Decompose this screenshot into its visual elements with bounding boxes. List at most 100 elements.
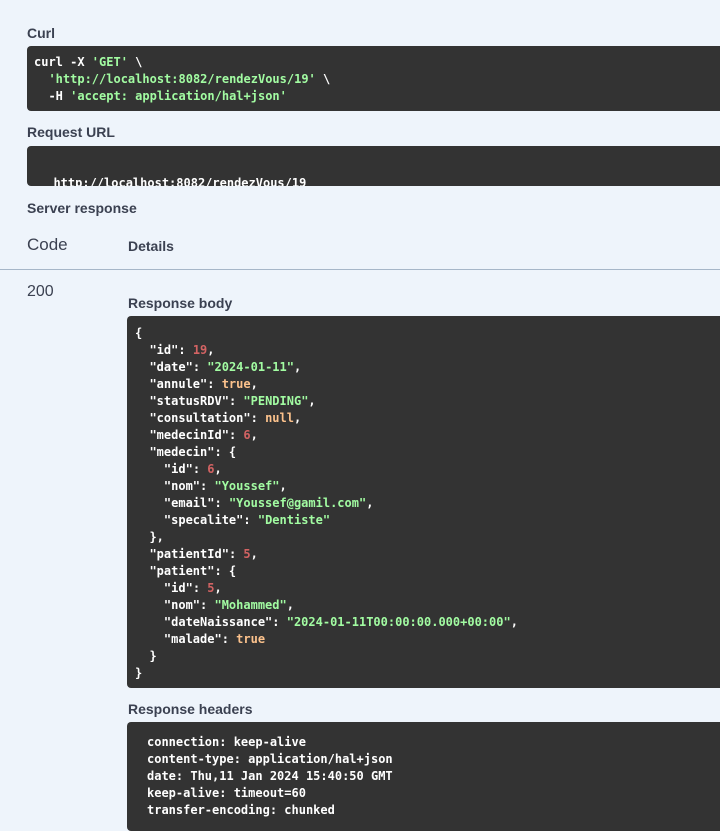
response-body-line: "specalite": "Dentiste" [135, 512, 720, 529]
response-body-line: "date": "2024-01-11", [135, 359, 720, 376]
code-token-key: "specalite" [163, 513, 244, 527]
code-token-plain: : [228, 394, 244, 408]
response-body-line: "patient": { [135, 563, 720, 580]
code-token-key: "nom" [163, 479, 201, 493]
response-header-line: date: Thu,11 Jan 2024 15:40:50 GMT [147, 769, 393, 783]
code-token-str: "PENDING" [243, 394, 309, 408]
code-token-kw: true [236, 632, 266, 646]
code-token-num: 6 [243, 428, 251, 442]
response-body-label: Response body [128, 295, 233, 311]
response-body-line: "nom": "Youssef", [135, 478, 720, 495]
column-header-code: Code [27, 235, 68, 254]
curl-line: 'http://localhost:8082/rendezVous/19' \ [34, 71, 720, 88]
code-token-plain: : [228, 547, 244, 561]
code-token-plain: , [308, 394, 316, 408]
code-token-key: "id" [163, 462, 193, 476]
response-header-line: content-type: application/hal+json [147, 752, 393, 766]
response-body-line: "dateNaissance": "2024-01-11T00:00:00.00… [135, 614, 720, 631]
code-token-plain: , [293, 411, 302, 425]
code-token-key: "medecin" [149, 445, 215, 459]
column-header-details: Details [128, 238, 174, 254]
response-body-line: } [135, 665, 720, 682]
code-token-plain: , [214, 581, 222, 595]
code-token-plain: , [293, 360, 302, 374]
response-header-line: keep-alive: timeout=60 [147, 786, 306, 800]
code-token-plain: , [286, 598, 294, 612]
table-divider [0, 269, 720, 270]
code-token-plain: , [510, 615, 518, 629]
code-token-key: "patient" [149, 564, 215, 578]
code-token-plain: \ [315, 72, 331, 86]
code-token-key: "malade" [163, 632, 222, 646]
code-token-key: "medecinId" [149, 428, 229, 442]
code-token-plain: : [214, 496, 229, 510]
code-token-str: "2024-01-11" [207, 360, 294, 374]
code-token-plain: : [192, 462, 208, 476]
curl-line: curl -X 'GET' \ [34, 54, 720, 71]
curl-label: Curl [27, 25, 55, 41]
response-body-line: "nom": "Mohammed", [135, 597, 720, 614]
request-url-label: Request URL [27, 124, 115, 140]
code-token-plain: : { [214, 564, 237, 578]
code-token-key: "consultation" [149, 411, 251, 425]
code-token-key: "id" [149, 343, 179, 357]
response-body-line: "medecinId": 6, [135, 427, 720, 444]
response-header-line: transfer-encoding: chunked [147, 803, 335, 817]
code-token-str: 'accept: application/hal+json' [70, 89, 287, 103]
code-token-plain: : [192, 581, 208, 595]
code-token-plain: \ [127, 55, 143, 69]
code-token-plain: } [135, 649, 157, 663]
response-body-line: "malade": true [135, 631, 720, 648]
request-url-value: http://localhost:8082/rendezVous/19 [53, 176, 307, 186]
code-token-plain: : [200, 598, 215, 612]
curl-command-block[interactable]: curl -X 'GET' \ 'http://localhost:8082/r… [27, 46, 720, 111]
code-token-plain: : [178, 343, 193, 357]
response-body-block[interactable]: { "id": 19, "date": "2024-01-11", "annul… [127, 316, 720, 688]
code-token-num: 5 [207, 581, 215, 595]
code-token-plain: : [243, 513, 258, 527]
code-token-plain: { [135, 326, 143, 340]
code-token-plain: : [250, 411, 266, 425]
response-body-line: "statusRDV": "PENDING", [135, 393, 720, 410]
response-headers-block[interactable]: connection: keep-alive content-type: appl… [127, 722, 720, 831]
code-token-num: 6 [207, 462, 215, 476]
code-token-str: 'http://localhost:8082/rendezVous/19' [48, 72, 316, 86]
response-body-line: "annule": true, [135, 376, 720, 393]
response-headers-label: Response headers [128, 701, 253, 717]
response-body-line: "id": 19, [135, 342, 720, 359]
response-status-code: 200 [27, 283, 54, 300]
code-token-kw: true [221, 377, 251, 391]
code-token-plain: : [207, 377, 222, 391]
code-token-plain: , [279, 479, 287, 493]
code-token-num: 5 [243, 547, 251, 561]
code-token-key: "email" [163, 496, 215, 510]
response-body-line: "consultation": null, [135, 410, 720, 427]
response-body-line: { [135, 325, 720, 342]
code-token-plain: , [250, 377, 258, 391]
code-token-plain: : [228, 428, 244, 442]
code-token-plain: : [221, 632, 237, 646]
response-header-line: connection: keep-alive [147, 735, 306, 749]
code-token-plain: , [207, 343, 215, 357]
code-token-key: "statusRDV" [149, 394, 229, 408]
response-body-line: "id": 6, [135, 461, 720, 478]
response-body-line: "id": 5, [135, 580, 720, 597]
code-token-key: "patientId" [149, 547, 229, 561]
request-url-block[interactable]: http://localhost:8082/rendezVous/19 [27, 146, 720, 186]
code-token-str: 'GET' [91, 55, 128, 69]
code-token-plain: -H [34, 89, 71, 103]
